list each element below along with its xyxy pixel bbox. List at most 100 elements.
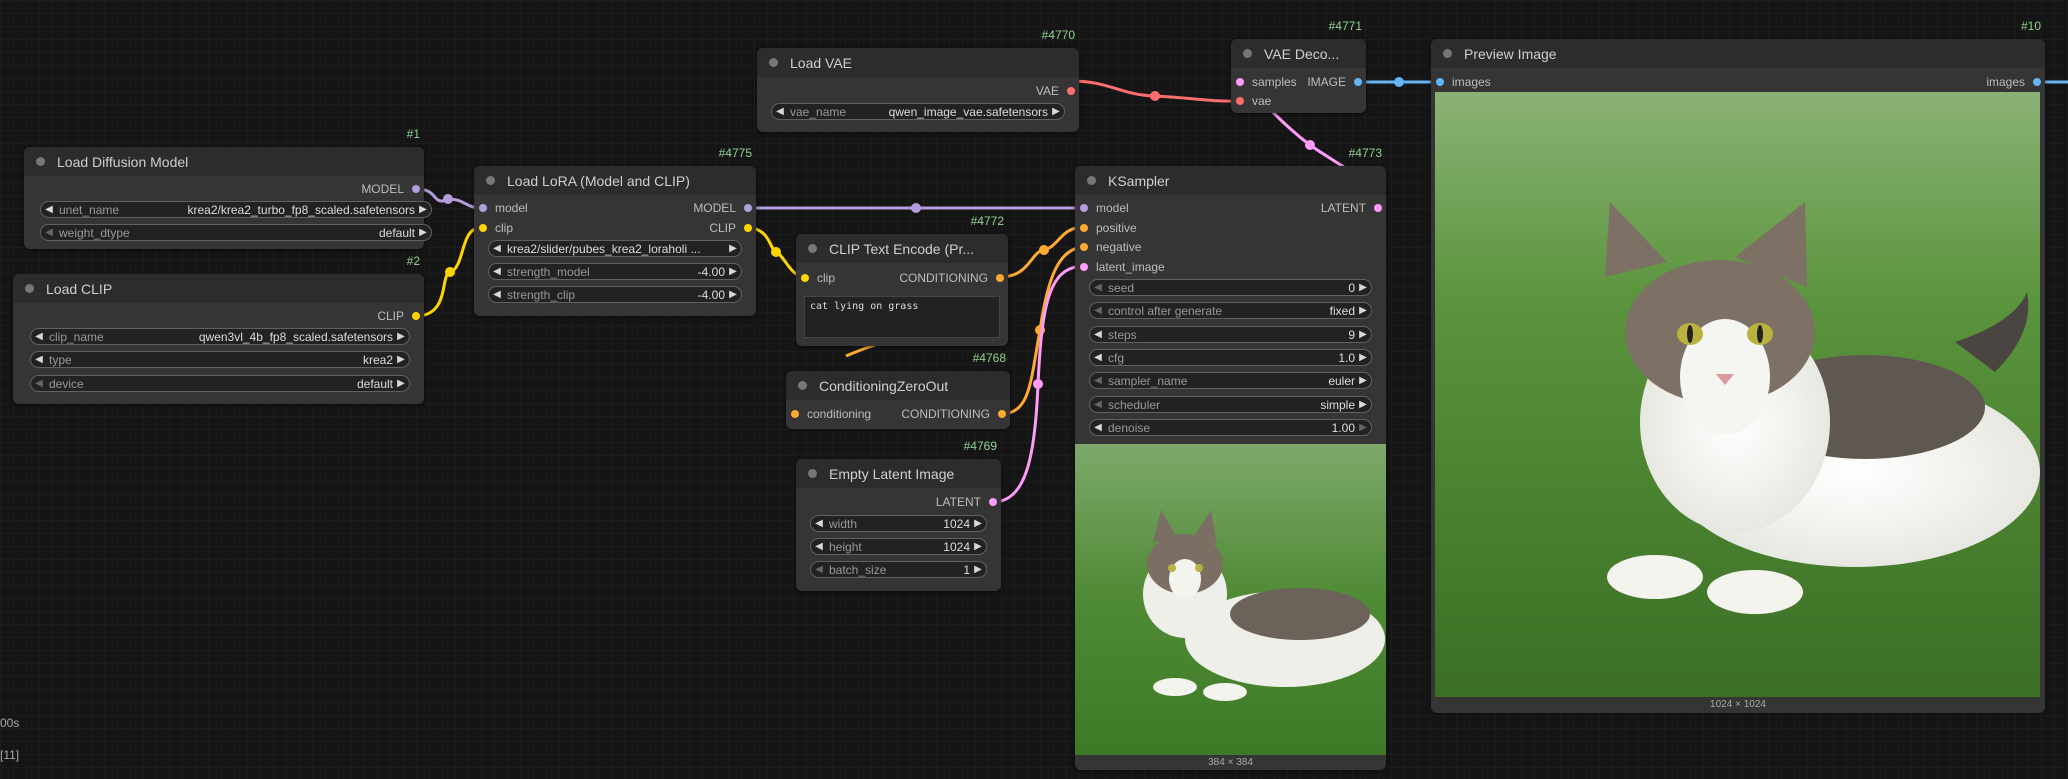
arrow-left-icon[interactable]: ◀ (31, 331, 47, 342)
arrow-right-icon[interactable]: ▶ (1355, 305, 1371, 316)
collapse-dot-icon[interactable] (808, 469, 817, 478)
arrow-right-icon[interactable]: ▶ (725, 289, 741, 300)
arrow-left-icon[interactable]: ◀ (811, 541, 827, 552)
arrow-left-icon[interactable]: ◀ (811, 564, 827, 575)
input-slot-icon[interactable] (801, 274, 809, 282)
output-slot-icon[interactable] (2033, 78, 2041, 86)
arrow-left-icon[interactable]: ◀ (489, 243, 505, 254)
node-title-bar[interactable]: Load VAE (757, 48, 1079, 77)
input-slot-icon[interactable] (1080, 263, 1088, 271)
arrow-right-icon[interactable]: ▶ (393, 354, 409, 365)
widget-type[interactable]: ◀ type krea2 ▶ (30, 351, 410, 368)
link-midpoint-handle[interactable] (911, 203, 921, 213)
input-slot-icon[interactable] (1080, 204, 1088, 212)
input-negative[interactable]: negative (1075, 237, 1141, 257)
arrow-left-icon[interactable]: ◀ (811, 518, 827, 529)
output-slot-icon[interactable] (996, 274, 1004, 282)
arrow-left-icon[interactable]: ◀ (1090, 305, 1106, 316)
node-title-bar[interactable]: CLIP Text Encode (Pr... (796, 234, 1008, 263)
input-clip[interactable]: clip (474, 218, 513, 238)
arrow-left-icon[interactable]: ◀ (1090, 282, 1106, 293)
widget-height[interactable]: ◀ height 1024 ▶ (810, 538, 987, 555)
node-load-diffusion-model[interactable]: #1 Load Diffusion Model MODEL ◀ unet_name… (24, 127, 432, 249)
widget-strength-model[interactable]: ◀ strength_model -4.00 ▶ (488, 263, 742, 280)
widget-lora-name[interactable]: ◀ krea2/slider/pubes_krea2_loraholi ... ▶ (488, 240, 742, 257)
link-midpoint-handle[interactable] (1033, 379, 1043, 389)
arrow-right-icon[interactable]: ▶ (1355, 282, 1371, 293)
input-slot-icon[interactable] (479, 204, 487, 212)
widget-width[interactable]: ◀ width 1024 ▶ (810, 515, 987, 532)
output-slot-icon[interactable] (744, 224, 752, 232)
arrow-left-icon[interactable]: ◀ (489, 289, 505, 300)
input-images[interactable]: images (1431, 72, 1491, 92)
collapse-dot-icon[interactable] (1243, 49, 1252, 58)
arrow-right-icon[interactable]: ▶ (1355, 375, 1371, 386)
input-slot-icon[interactable] (1080, 243, 1088, 251)
arrow-right-icon[interactable]: ▶ (725, 243, 741, 254)
widget-steps[interactable]: ◀ steps 9 ▶ (1089, 326, 1372, 343)
node-title-bar[interactable]: KSampler (1075, 166, 1386, 195)
widget-clip-name[interactable]: ◀ clip_name qwen3vl_4b_fp8_scaled.safetens… (30, 328, 410, 345)
widget-unet-name[interactable]: ◀ unet_name krea2/krea2_turbo_fp8_scaled.s… (40, 201, 432, 218)
output-conditioning[interactable]: CONDITIONING (899, 268, 1008, 288)
collapse-dot-icon[interactable] (1443, 49, 1452, 58)
arrow-right-icon[interactable]: ▶ (970, 518, 986, 529)
widget-control-after-generate[interactable]: ◀ control after generate fixed ▶ (1089, 302, 1372, 319)
node-title-bar[interactable]: ConditioningZeroOut (786, 371, 1010, 400)
arrow-left-icon[interactable]: ◀ (41, 227, 57, 238)
arrow-left-icon[interactable]: ◀ (41, 204, 57, 215)
output-clip[interactable]: CLIP (709, 218, 756, 238)
arrow-right-icon[interactable]: ▶ (970, 541, 986, 552)
arrow-right-icon[interactable]: ▶ (415, 227, 431, 238)
collapse-dot-icon[interactable] (1087, 176, 1096, 185)
output-slot-icon[interactable] (1067, 87, 1075, 95)
input-vae[interactable]: vae (1231, 91, 1271, 111)
arrow-right-icon[interactable]: ▶ (415, 204, 431, 215)
node-empty-latent-image[interactable]: #4769 Empty Latent Image LATENT ◀ width 10… (796, 439, 1001, 591)
widget-cfg[interactable]: ◀ cfg 1.0 ▶ (1089, 349, 1372, 366)
widget-sampler-name[interactable]: ◀ sampler_name euler ▶ (1089, 372, 1372, 389)
widget-strength-clip[interactable]: ◀ strength_clip -4.00 ▶ (488, 286, 742, 303)
input-slot-icon[interactable] (1236, 78, 1244, 86)
output-slot-icon[interactable] (998, 410, 1006, 418)
output-images[interactable]: images (1986, 72, 2045, 92)
node-title-bar[interactable]: Preview Image (1431, 39, 2045, 68)
input-model[interactable]: model (474, 198, 528, 218)
collapse-dot-icon[interactable] (808, 244, 817, 253)
node-clip-text-encode[interactable]: #4772 CLIP Text Encode (Pr... clip CONDI… (796, 214, 1008, 346)
input-slot-icon[interactable] (791, 410, 799, 418)
arrow-left-icon[interactable]: ◀ (1090, 375, 1106, 386)
arrow-right-icon[interactable]: ▶ (393, 378, 409, 389)
input-clip[interactable]: clip (796, 268, 835, 288)
link-midpoint-handle[interactable] (1394, 77, 1404, 87)
arrow-left-icon[interactable]: ◀ (1090, 329, 1106, 340)
arrow-left-icon[interactable]: ◀ (31, 378, 47, 389)
arrow-right-icon[interactable]: ▶ (1048, 106, 1064, 117)
widget-device[interactable]: ◀ device default ▶ (30, 375, 410, 392)
input-slot-icon[interactable] (479, 224, 487, 232)
arrow-left-icon[interactable]: ◀ (1090, 422, 1106, 433)
input-slot-icon[interactable] (1436, 78, 1444, 86)
node-load-vae[interactable]: #4770 Load VAE VAE ◀ vae_name qwen_image_v… (757, 28, 1079, 132)
input-latent-image[interactable]: latent_image (1075, 257, 1165, 277)
widget-denoise[interactable]: ◀ denoise 1.00 ▶ (1089, 419, 1372, 436)
input-model[interactable]: model (1075, 198, 1129, 218)
widget-seed[interactable]: ◀ seed 0 ▶ (1089, 279, 1372, 296)
node-title-bar[interactable]: Load Diffusion Model (24, 147, 424, 176)
arrow-right-icon[interactable]: ▶ (1355, 399, 1371, 410)
input-conditioning[interactable]: conditioning (786, 404, 871, 424)
collapse-dot-icon[interactable] (798, 381, 807, 390)
arrow-right-icon[interactable]: ▶ (725, 266, 741, 277)
collapse-dot-icon[interactable] (769, 58, 778, 67)
input-positive[interactable]: positive (1075, 218, 1137, 238)
output-image[interactable]: IMAGE (1307, 72, 1366, 92)
arrow-left-icon[interactable]: ◀ (1090, 399, 1106, 410)
output-model[interactable]: MODEL (361, 179, 424, 199)
arrow-left-icon[interactable]: ◀ (31, 354, 47, 365)
output-clip[interactable]: CLIP (377, 306, 424, 326)
output-slot-icon[interactable] (1354, 78, 1362, 86)
arrow-left-icon[interactable]: ◀ (772, 106, 788, 117)
node-title-bar[interactable]: Load LoRA (Model and CLIP) (474, 166, 756, 195)
output-vae[interactable]: VAE (1036, 81, 1079, 101)
output-slot-icon[interactable] (989, 498, 997, 506)
